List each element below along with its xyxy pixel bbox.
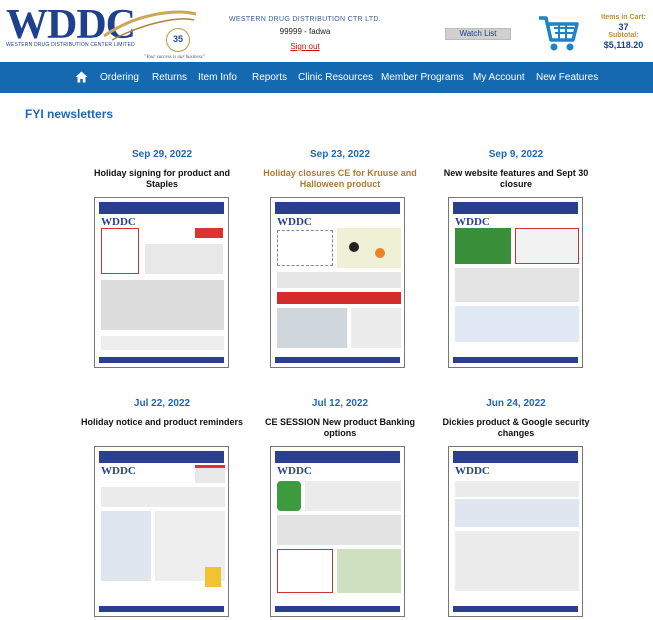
staples-logo xyxy=(195,228,223,238)
newsletter-title[interactable]: Holiday closures CE for Kruuse and Hallo… xyxy=(256,168,424,192)
nav-new-features[interactable]: New Features xyxy=(536,62,598,93)
newsletter-card: Jul 12, 2022 CE SESSION New product Bank… xyxy=(256,397,424,441)
newsletter-title[interactable]: CE SESSION New product Banking options xyxy=(256,417,424,441)
nav-ordering[interactable]: Ordering xyxy=(100,62,139,93)
dollar-sign-image xyxy=(277,481,301,511)
newsletter-title[interactable]: New website features and Sept 30 closure xyxy=(432,168,600,192)
thumbnail-footer xyxy=(453,606,578,612)
thumbnail-logo: WDDC xyxy=(101,465,136,477)
product-image xyxy=(455,499,579,527)
halloween-banner xyxy=(337,228,401,268)
thumbnail-text-block xyxy=(101,280,224,330)
newsletter-date: Jun 24, 2022 xyxy=(486,398,546,409)
thumbnail-text-block xyxy=(101,487,225,507)
newsletter-thumbnail[interactable]: WDDC xyxy=(270,197,405,368)
nav-returns[interactable]: Returns xyxy=(152,62,187,93)
thumbnail-footer xyxy=(275,606,400,612)
newsletter-card: Sep 23, 2022 Holiday closures CE for Kru… xyxy=(256,148,424,192)
anniversary-seal: 35 xyxy=(166,28,190,52)
thumbnail-footer xyxy=(99,606,224,612)
items-in-cart-value: 37 xyxy=(618,22,629,32)
newsletter-thumbnail[interactable]: WDDC xyxy=(94,197,229,368)
newsletter-title[interactable]: Holiday signing for product and Staples xyxy=(78,168,246,192)
subtotal-value: $5,118.20 xyxy=(603,40,644,50)
ce-session-box xyxy=(277,549,333,593)
user-name: 99999 - fadwa xyxy=(279,27,331,36)
newsletter-date: Jul 22, 2022 xyxy=(133,398,191,409)
product-image xyxy=(337,549,401,593)
thumbnail-logo: WDDC xyxy=(277,465,312,477)
account-info: WESTERN DRUG DISTRIBUTION CTR LTD. 99999… xyxy=(225,16,385,54)
thumbnail-footer xyxy=(453,357,578,363)
newsletter-thumbnail[interactable]: WDDC xyxy=(270,446,405,617)
company-name: WESTERN DRUG DISTRIBUTION CTR LTD. xyxy=(228,16,381,23)
thumbnail-notice-box xyxy=(277,230,333,266)
thumbnail-header xyxy=(275,451,400,463)
thumbnail-logo: WDDC xyxy=(277,216,312,228)
newsletter-title[interactable]: Holiday notice and product reminders xyxy=(78,417,246,441)
newsletter-thumbnail[interactable]: WDDC xyxy=(94,446,229,617)
thumbnail-logo: WDDC xyxy=(455,216,490,228)
thumbnail-header xyxy=(99,451,224,463)
thumbnail-header xyxy=(99,202,224,214)
newsletter-date: Sep 29, 2022 xyxy=(131,149,193,160)
thumbnail-header xyxy=(453,202,578,214)
thumbnail-text-block xyxy=(455,531,579,591)
logo[interactable]: WDDC WESTERN DRUG DISTRIBUTION CENTER LI… xyxy=(6,4,206,60)
watch-list-button[interactable]: Watch List xyxy=(445,28,511,40)
newsletter-card: Jun 24, 2022 Dickies product & Google se… xyxy=(432,397,600,441)
thumbnail-text-block xyxy=(455,268,579,302)
thumbnail-text-block xyxy=(101,336,224,350)
thumbnail-text-block xyxy=(305,481,401,511)
logo-subtitle: WESTERN DRUG DISTRIBUTION CENTER LIMITED xyxy=(6,42,135,48)
nav-reports[interactable]: Reports xyxy=(252,62,287,93)
cart-summary[interactable]: Items in Cart: 37 Subtotal: $5,118.20 xyxy=(596,14,651,50)
product-image xyxy=(205,567,221,587)
nav-item-info[interactable]: Item Info xyxy=(198,62,237,93)
canada-flag-image xyxy=(195,465,225,483)
thumbnail-header xyxy=(275,202,400,214)
shopping-cart-icon[interactable] xyxy=(537,14,579,52)
screenshot-image xyxy=(515,228,579,264)
thumbnail-logo: WDDC xyxy=(455,465,490,477)
newsletter-thumbnail[interactable]: WDDC xyxy=(448,197,583,368)
thumbnail-text-block xyxy=(145,244,223,274)
newsletter-card: Sep 29, 2022 Holiday signing for product… xyxy=(78,148,246,192)
thumbnail-footer xyxy=(99,357,224,363)
thumbnail-text-block xyxy=(277,515,401,545)
page-title: FYI newsletters xyxy=(25,107,114,121)
thumbnail-text-block xyxy=(351,308,401,348)
nav-clinic-resources[interactable]: Clinic Resources xyxy=(298,62,373,93)
newsletter-card: Jul 22, 2022 Holiday notice and product … xyxy=(78,397,246,441)
newsletter-date: Sep 23, 2022 xyxy=(309,149,371,160)
thumbnail-text-block xyxy=(455,481,579,497)
product-image xyxy=(277,308,347,348)
thumbnail-logo: WDDC xyxy=(101,216,136,228)
newsletter-date: Jul 12, 2022 xyxy=(311,398,369,409)
sign-out-link[interactable]: Sign out xyxy=(290,42,319,51)
thumbnail-header xyxy=(453,451,578,463)
nav-my-account[interactable]: My Account xyxy=(473,62,525,93)
pumpkin-image xyxy=(375,248,385,258)
newsletter-title[interactable]: Dickies product & Google security change… xyxy=(432,417,600,441)
kruuse-banner xyxy=(277,292,401,304)
product-image xyxy=(101,511,151,581)
items-in-cart-label: Items in Cart: xyxy=(601,14,646,21)
logo-tagline: "Your success is our business" xyxy=(144,55,205,60)
thumbnail-footer xyxy=(275,357,400,363)
new-features-graphic xyxy=(455,228,511,264)
newsletter-date: Sep 9, 2022 xyxy=(488,149,544,160)
header: WDDC WESTERN DRUG DISTRIBUTION CENTER LI… xyxy=(0,0,653,62)
page: WDDC WESTERN DRUG DISTRIBUTION CENTER LI… xyxy=(0,0,653,620)
nav-member-programs[interactable]: Member Programs xyxy=(381,62,464,93)
subtotal-label: Subtotal: xyxy=(608,32,639,39)
thumbnail-sidebar-box xyxy=(101,228,139,274)
spider-image xyxy=(349,242,359,252)
screenshot-image xyxy=(455,306,579,342)
newsletter-thumbnail[interactable]: WDDC xyxy=(448,446,583,617)
newsletter-card: Sep 9, 2022 New website features and Sep… xyxy=(432,148,600,192)
home-icon[interactable] xyxy=(75,71,88,83)
thumbnail-text-block xyxy=(277,272,401,288)
main-nav: Ordering Returns Item Info Reports Clini… xyxy=(0,62,653,93)
